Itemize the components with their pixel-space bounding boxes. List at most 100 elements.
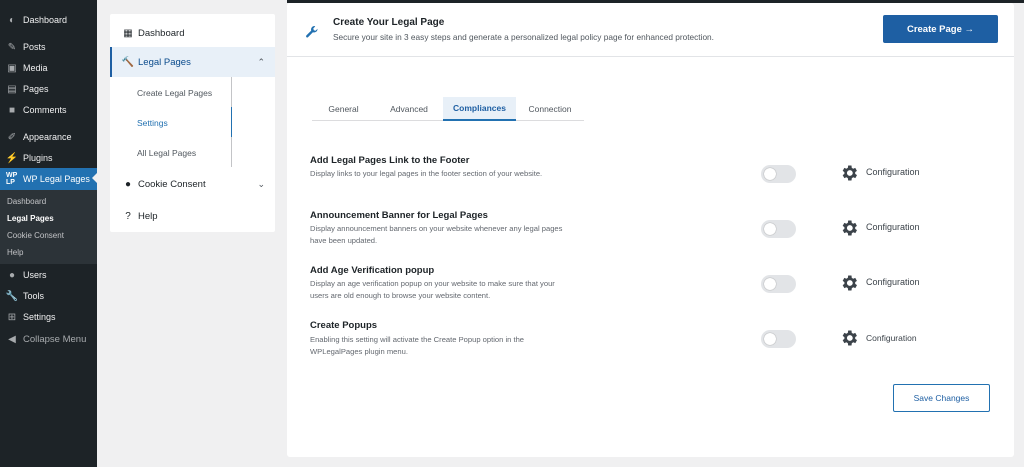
tab-general[interactable]: General [312,97,375,120]
wp-menu-collapse[interactable]: ◀ Collapse Menu [0,329,97,349]
wplp-icon: WP LP [6,172,18,186]
configuration-link[interactable]: Configuration [866,222,920,232]
setting-title: Add Age Verification popup [310,265,435,276]
dashboard-icon: ◐ [8,14,16,26]
wp-menu-label: Users [23,270,47,280]
create-page-button[interactable]: Create Page → [883,15,998,43]
help-icon: ? [125,210,131,222]
main-panel: Create Your Legal Page Secure your site … [287,3,1014,457]
wp-submenu-legal-pages[interactable]: Legal Pages [7,214,54,223]
submenu-line-active [231,107,232,137]
wp-menu-label: Posts [23,42,46,52]
setting-description: WPLegalPages plugin menu. [310,347,408,356]
wp-menu-media[interactable]: ▣ Media [0,58,97,78]
tab-connection[interactable]: Connection [516,97,584,120]
wp-menu-settings[interactable]: ⊞ Settings [0,307,97,327]
wp-menu-plugins[interactable]: ⚡ Plugins [0,148,97,168]
toggle-knob [764,278,776,290]
plugin-nav-legal-pages[interactable]: 🔨 Legal Pages ⌃ [110,47,275,77]
toggle-knob [764,168,776,180]
gear-icon[interactable] [839,163,859,183]
setting-description: Enabling this setting will activate the … [310,335,525,344]
tab-compliances[interactable]: Compliances [443,97,516,121]
wp-menu-dashboard[interactable]: ◐ Dashboard [0,10,97,30]
configuration-link[interactable]: Configuration [866,333,917,343]
setting-description: Display an age verification popup on you… [310,279,555,288]
plugin-nav-all-legal-pages[interactable]: All Legal Pages [137,148,196,158]
page-title: Create Your Legal Page [333,17,445,28]
setting-toggle[interactable] [761,165,796,183]
setting-description: Display announcement banners on your web… [310,224,563,233]
setting-description: users are old enough to browse your webs… [310,291,491,300]
wp-menu-label: Appearance [23,132,72,142]
wp-submenu: Dashboard Legal Pages Cookie Consent Hel… [0,190,97,264]
plugin-nav-settings[interactable]: Settings [137,118,168,128]
plugin-nav-dashboard[interactable]: ▦ Dashboard [110,22,275,44]
tools-icon: 🔧 [5,290,19,302]
collapse-icon: ◀ [8,333,16,345]
pin-icon: ✎ [7,41,17,53]
gear-icon[interactable] [839,328,859,348]
wp-menu-tools[interactable]: 🔧 Tools [0,286,97,306]
wp-menu-label: Tools [23,291,45,301]
plugin-nav-panel: ▦ Dashboard 🔨 Legal Pages ⌃ Create Legal… [110,14,275,232]
plugin-nav-help[interactable]: ? Help [110,206,275,226]
setting-title: Announcement Banner for Legal Pages [310,210,488,221]
setting-toggle[interactable] [761,275,796,293]
comments-icon: ■ [8,104,16,116]
wp-menu-label: Settings [23,312,56,322]
wp-submenu-dashboard[interactable]: Dashboard [7,197,46,206]
wp-menu-wp-legal-pages[interactable]: WP LP WP Legal Pages [0,168,97,190]
wp-menu-posts[interactable]: ✎ Posts [0,37,97,57]
gavel-icon: 🔨 [121,56,135,68]
plugin-nav-label: Legal Pages [138,56,191,68]
cookie-icon: ● [124,178,132,190]
appearance-icon: ✐ [7,131,17,143]
plugin-nav-cookie-consent[interactable]: ● Cookie Consent ⌄ [110,174,275,194]
plugin-nav-label: Dashboard [138,27,185,39]
gear-icon[interactable] [839,273,859,293]
wp-menu-appearance[interactable]: ✐ Appearance [0,127,97,147]
pages-icon: ▤ [7,83,17,95]
wp-menu-label: Dashboard [23,15,68,25]
plugin-nav-label: Cookie Consent [138,178,206,190]
wp-menu-users[interactable]: ● Users [0,265,97,285]
setting-toggle[interactable] [761,330,796,348]
chevron-down-icon: ⌄ [257,178,265,189]
page-subtitle: Secure your site in 3 easy steps and gen… [333,32,714,42]
wp-menu-label: Collapse Menu [23,333,87,345]
configuration-link[interactable]: Configuration [866,277,920,287]
wp-submenu-help[interactable]: Help [7,248,23,257]
plugins-icon: ⚡ [5,152,19,164]
wp-menu-label: Plugins [23,153,53,163]
users-icon: ● [8,269,16,281]
save-changes-button[interactable]: Save Changes [893,384,990,412]
plugin-nav-create-legal-pages[interactable]: Create Legal Pages [137,88,212,98]
setting-toggle[interactable] [761,220,796,238]
wp-menu-label: Pages [23,84,49,94]
chevron-up-icon: ⌃ [257,56,265,67]
wrench-icon [305,25,319,39]
wp-menu-label: Comments [23,105,67,115]
setting-title: Create Popups [310,320,378,331]
media-icon: ▣ [7,62,17,74]
page-header: Create Your Legal Page Secure your site … [287,3,1014,57]
setting-description: Display links to your legal pages in the… [310,169,543,178]
submenu-line [231,77,232,107]
configuration-link[interactable]: Configuration [866,167,920,177]
settings-icon: ⊞ [7,311,17,323]
plugin-nav-label: Help [138,210,158,222]
dashboard-grid-icon: ▦ [123,27,133,39]
wp-menu-comments[interactable]: ■ Comments [0,100,97,120]
wp-menu-label: Media [23,63,48,73]
wp-admin-sidebar: ◐ Dashboard ✎ Posts ▣ Media ▤ Pages ■ Co… [0,0,97,467]
toggle-knob [764,333,776,345]
toggle-knob [764,223,776,235]
setting-description: have been updated. [310,236,378,245]
submenu-line [231,137,232,167]
wp-menu-pages[interactable]: ▤ Pages [0,79,97,99]
gear-icon[interactable] [839,218,859,238]
wp-submenu-cookie-consent[interactable]: Cookie Consent [7,231,64,240]
tab-advanced[interactable]: Advanced [375,97,443,120]
settings-tabs: General Advanced Compliances Connection [312,97,584,121]
